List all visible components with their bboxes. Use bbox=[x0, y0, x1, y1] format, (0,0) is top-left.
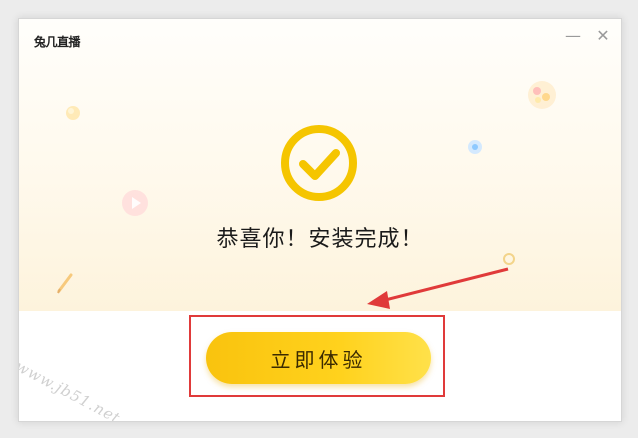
install-complete-message: 恭喜你！安装完成！ bbox=[216, 227, 424, 252]
try-now-button[interactable]: 立即体验 bbox=[206, 332, 431, 384]
minimize-button[interactable]: — bbox=[562, 25, 584, 47]
check-circle-icon bbox=[279, 123, 359, 203]
close-button[interactable]: ✕ bbox=[592, 25, 614, 47]
app-logo: 兔几直播 bbox=[34, 35, 81, 49]
candy-decoration bbox=[528, 81, 556, 109]
ring-decoration bbox=[503, 253, 515, 265]
bubble-decoration-left bbox=[66, 106, 80, 120]
play-bubble-decoration bbox=[122, 190, 148, 216]
blue-bubble-decoration bbox=[468, 140, 482, 154]
hero-panel: 兔几直播 — ✕ 恭喜你！安装完成！ bbox=[19, 19, 621, 311]
pencil-decoration bbox=[57, 273, 73, 294]
installer-window: 兔几直播 — ✕ 恭喜你！安装完成！ 立即体验 www.jb51.net bbox=[18, 18, 622, 422]
